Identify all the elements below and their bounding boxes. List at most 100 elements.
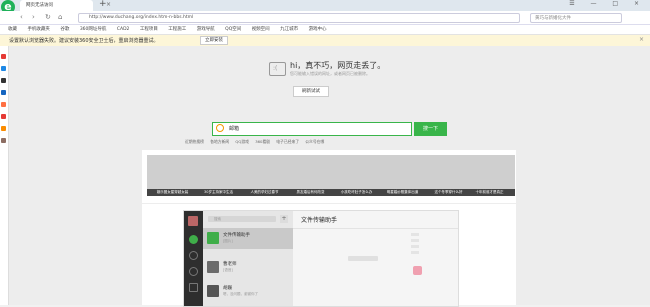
wechat-screenshot-area: 搜索 + 文件传输助手 [图片] 曹老师 [语音] 胡巍 嗯，没问题，谢谢你了 [142,204,516,307]
left-sidebar [0,46,9,305]
quick-link[interactable]: 电子已经来了 [276,139,299,144]
file-message[interactable] [411,233,419,263]
sidebar-app-icon[interactable] [1,102,6,107]
browser-title-bar: e 网页无法访问 × + ☰ — □ × [0,0,650,14]
divider [293,228,458,229]
sidebar-app-icon[interactable] [1,66,6,71]
wechat-search-input[interactable]: 搜索 [208,216,276,222]
file-transfer-icon [207,232,219,244]
search-input-value: 邮箱 [229,126,240,132]
error-subtitle: 您可能输入错误的网址，或者网页已被删除。 [290,71,370,76]
news-caption: 男友婚后有何改变 [285,189,336,196]
quick-link[interactable]: QQ游戏 [235,139,249,144]
sad-face-icon: :( [269,62,286,76]
browser-search-box[interactable]: 黄巧与新婚化大件 [530,13,622,23]
infobar-message: 设置默认浏览器失败。建议安装360安全卫士后，重启浏览器重试。 [9,38,159,44]
news-thumbnail[interactable]: 小孩吃坏肚子怎么办 [331,155,382,196]
window-controls[interactable]: ☰ — □ × [569,0,646,7]
browser-search-text: 黄巧与新婚化大件 [535,16,571,21]
search-button[interactable]: 搜一下 [414,122,447,136]
error-page: :( hi，真不巧，网页走丢了。 您可能输入错误的网址，或者网页已被删除。 刷新… [9,46,650,307]
url-text: http://www.duchang.org/index.htm-n-bbs.h… [89,15,194,20]
conversation-list: 搜索 + 文件传输助手 [图片] 曹老师 [语音] 胡巍 嗯，没问题，谢谢你了 [203,211,293,306]
favorites-icon[interactable] [189,267,198,276]
news-thumbnail[interactable]: 人美的孕妇过春节 [239,155,290,196]
sidebar-app-icon[interactable] [1,90,6,95]
sidebar-app-icon[interactable] [1,54,6,59]
bookmark-item[interactable]: CAD2 [117,27,130,32]
image-message[interactable] [413,266,422,275]
news-thumbnail[interactable]: 30岁主持家中生活 [193,155,244,196]
bookmark-item[interactable]: 游戏导航 [197,27,215,32]
contacts-icon[interactable] [189,251,198,260]
list-item[interactable]: 曹老师 [语音] [203,257,293,278]
back-button[interactable]: ‹ [20,13,23,21]
news-thumbnail[interactable]: 十年前谁才是真正 [464,155,515,196]
news-thumbnail[interactable]: 娱乐圈女星穿越女装 [147,155,198,196]
search-input[interactable]: 邮箱 [212,122,412,136]
chat-panel: 文件传输助手 [293,211,458,306]
conversation-preview: 嗯，没问题，谢谢你了 [223,292,258,296]
bookmark-item[interactable]: 视频空间 [252,27,270,32]
bookmark-item[interactable]: 手机收藏夹 [27,27,50,32]
chat-icon[interactable] [189,235,198,244]
sidebar-app-icon[interactable] [1,138,6,143]
news-thumbnail-strip: 娱乐圈女星穿越女装 30岁主持家中生活 人美的孕妇过春节 男友婚后有何改变 小孩… [142,150,516,203]
quick-link[interactable]: 近期热搜榜 [185,139,204,144]
bookmark-item[interactable]: 360网址导航 [80,27,107,32]
conversation-name: 曹老师 [223,262,237,267]
bookmark-item[interactable]: 工程施工 [168,27,186,32]
sidebar-app-icon[interactable] [1,78,6,83]
conversation-preview: [图片] [223,239,233,243]
news-caption: 人美的孕妇过春节 [239,189,290,196]
error-title: hi，真不巧，网页走丢了。 [290,61,386,70]
bookmark-item[interactable]: 九江城市 [280,27,298,32]
quick-link[interactable]: 公众号在哪 [305,139,324,144]
bookmark-item[interactable]: 收藏 [8,27,17,32]
wechat-window: 搜索 + 文件传输助手 [图片] 曹老师 [语音] 胡巍 嗯，没问题，谢谢你了 [183,210,459,307]
news-caption: 30岁主持家中生活 [193,189,244,196]
news-thumbnail[interactable]: 明星婚纱照集体出道 [377,155,428,196]
tab-title: 网页无法访问 [26,3,53,8]
install-now-button[interactable]: 立即安装 [200,36,228,45]
search-logo-icon [216,124,224,132]
news-thumbnail[interactable]: 男友婚后有何改变 [285,155,336,196]
list-item[interactable]: 文件传输助手 [图片] [203,228,293,249]
folder-icon[interactable] [189,283,198,292]
bookmark-item[interactable]: 谷歌 [60,27,69,32]
conversation-preview: [语音] [223,268,233,272]
conversation-name: 胡巍 [223,286,232,291]
bookmark-list: 收藏 手机收藏夹 谷歌 360网址导航 CAD2 工程项目 工程施工 游戏导航 … [8,26,336,32]
news-caption: 明星婚纱照集体出道 [377,189,428,196]
reload-button[interactable]: ↻ [45,13,51,21]
bookmark-item[interactable]: 游戏中心 [309,27,327,32]
address-bar[interactable]: http://www.duchang.org/index.htm-n-bbs.h… [78,13,520,23]
timestamp-chip [348,256,378,261]
chat-title: 文件传输助手 [301,217,338,224]
add-chat-button[interactable]: + [280,215,288,223]
bookmark-item[interactable]: QQ空间 [225,27,241,32]
news-caption: 娱乐圈女星穿越女装 [147,189,198,196]
tab-close-icon[interactable]: × [106,1,111,8]
wechat-nav-rail [184,211,203,306]
avatar[interactable] [188,216,198,226]
bookmark-item[interactable]: 工程项目 [140,27,158,32]
news-caption: 小孩吃坏肚子怎么办 [331,189,382,196]
sidebar-app-icon[interactable] [1,114,6,119]
quick-link[interactable]: 360看剧 [255,139,270,144]
forward-button[interactable]: › [32,13,35,21]
quick-link[interactable]: 各地方新闻 [210,139,229,144]
bookmarks-bar: 收藏 手机收藏夹 谷歌 360网址导航 CAD2 工程项目 工程施工 游戏导航 … [0,25,650,35]
browser-tab[interactable]: 网页无法访问 × [20,0,111,11]
list-item[interactable]: 胡巍 嗯，没问题，谢谢你了 [203,281,293,302]
avatar [207,261,219,273]
sidebar-app-icon[interactable] [1,126,6,131]
conversation-name: 文件传输助手 [223,233,250,238]
quick-links: 近期热搜榜 各地方新闻 QQ游戏 360看剧 电子已经来了 公众号在哪 [185,139,329,145]
infobar-close-icon[interactable]: × [639,36,644,43]
new-tab-button[interactable]: + [99,0,107,9]
refresh-button[interactable]: 刷新试试 [293,86,329,97]
home-button[interactable]: ⌂ [58,13,62,21]
navigation-bar: ‹ › ↻ ⌂ http://www.duchang.org/index.htm… [0,11,650,25]
news-caption: 十年前谁才是真正 [464,189,515,196]
